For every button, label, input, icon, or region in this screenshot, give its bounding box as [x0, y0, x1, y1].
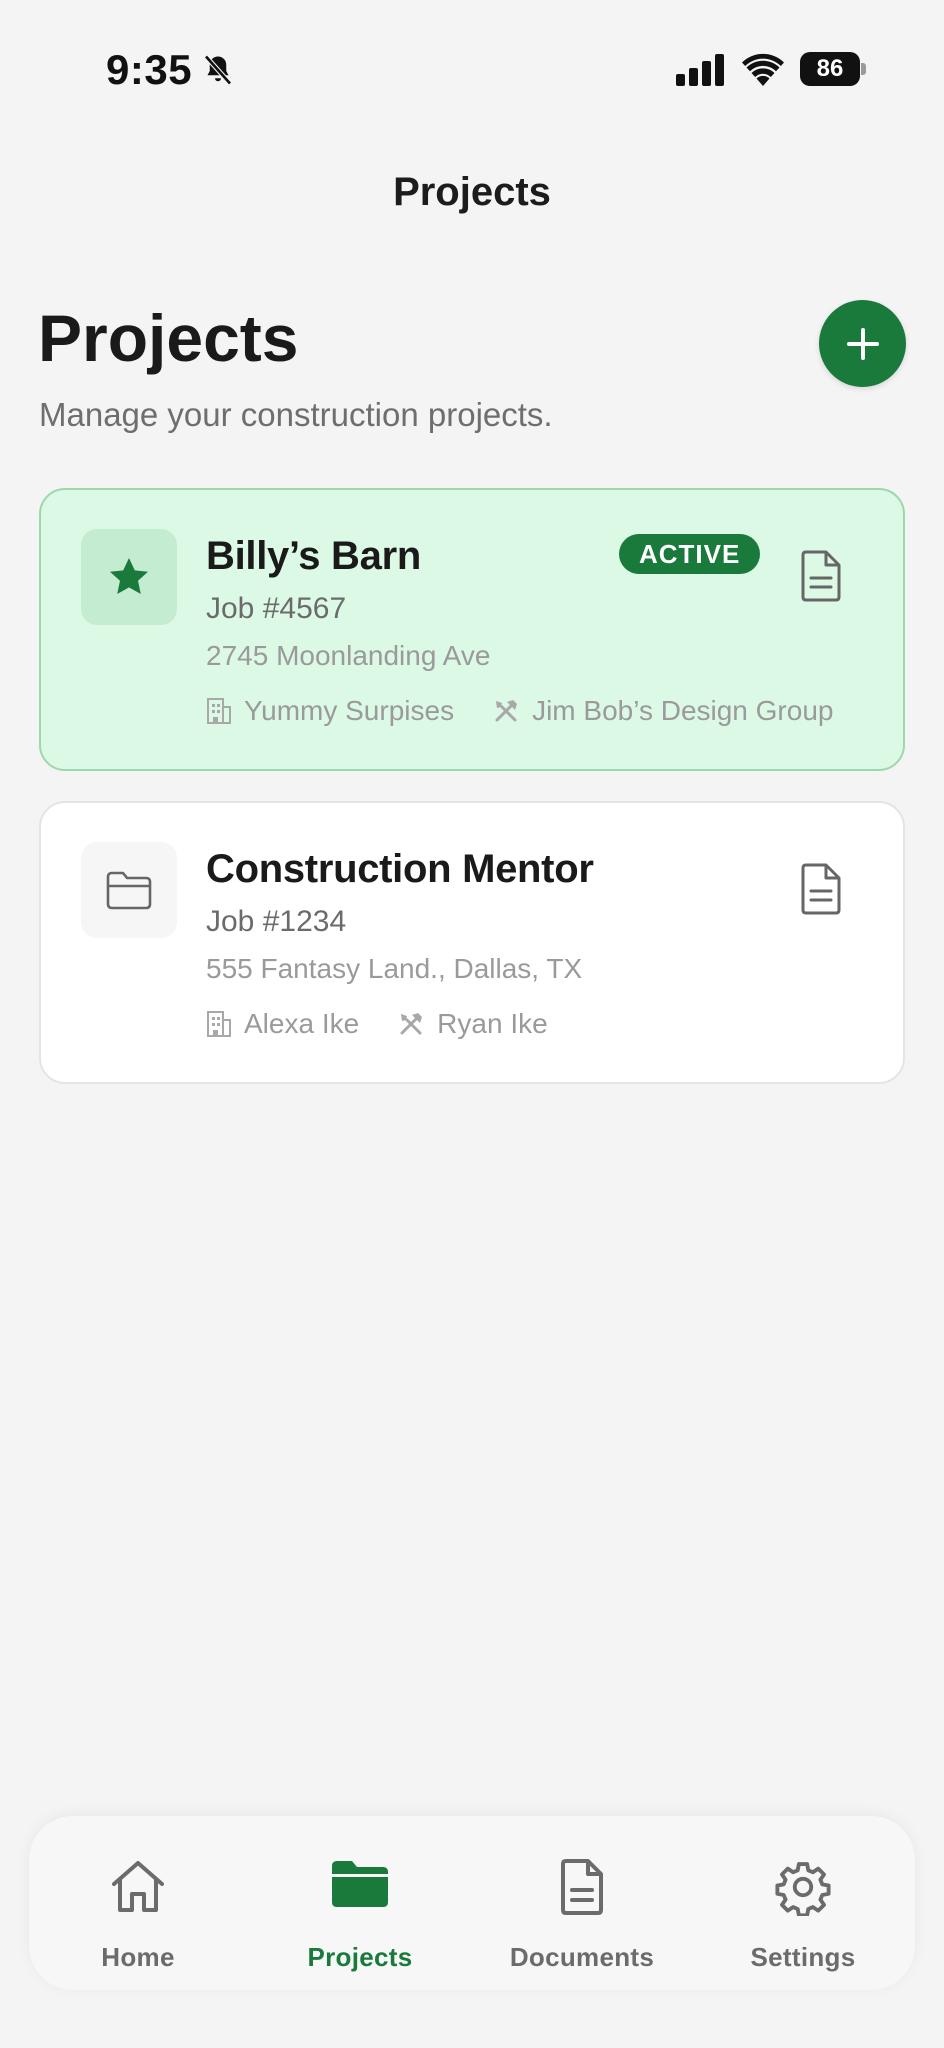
- contractor-info: Jim Bob’s Design Group: [492, 695, 833, 727]
- cellular-signal-icon: [676, 54, 724, 86]
- status-badge: ACTIVE: [619, 534, 761, 574]
- project-job-number: Job #1234: [206, 905, 347, 938]
- tab-label: Home: [101, 1942, 175, 1972]
- folder-icon: [106, 871, 152, 910]
- tab-settings[interactable]: Settings: [703, 1816, 903, 1990]
- battery-level: 86: [816, 55, 844, 82]
- status-time: 9:35: [106, 46, 193, 93]
- contractor-name: Ryan Ike: [437, 1008, 548, 1039]
- project-icon-tile: [81, 842, 177, 938]
- project-name: Construction Mentor: [206, 847, 594, 891]
- document-icon[interactable]: [799, 863, 843, 915]
- project-card[interactable]: Billy’s Barn ACTIVE Job #4567 2745 Moonl…: [39, 488, 905, 771]
- client-name: Yummy Surpises: [244, 695, 455, 726]
- document-icon: [561, 1859, 603, 1915]
- tab-label: Documents: [509, 1942, 655, 1972]
- project-meta: Yummy Surpises Jim Bob’s Design Group: [206, 695, 871, 727]
- building-icon: [207, 698, 231, 724]
- silent-bell-icon: [204, 54, 232, 86]
- client-info: Yummy Surpises: [206, 695, 454, 727]
- nav-title: Projects: [393, 170, 551, 214]
- client-info: Alexa Ike: [206, 1008, 359, 1040]
- tab-label: Settings: [750, 1942, 856, 1972]
- page-title: Projects: [38, 301, 299, 375]
- home-icon: [112, 1861, 164, 1912]
- tab-documents[interactable]: Documents: [482, 1816, 682, 1990]
- project-meta: Alexa Ike Ryan Ike: [206, 1008, 586, 1040]
- project-icon-tile: [81, 529, 177, 625]
- page-subtitle: Manage your construction projects.: [39, 396, 553, 433]
- star-icon: [110, 558, 148, 594]
- battery-indicator: 86: [800, 52, 866, 86]
- projects-screen: 9:35 86 Projects Projects Manage your co…: [0, 0, 944, 2048]
- gear-icon: [775, 1862, 831, 1916]
- folder-icon: [332, 1861, 388, 1907]
- tools-icon: [400, 1013, 423, 1035]
- project-address: 555 Fantasy Land., Dallas, TX: [206, 953, 583, 984]
- add-project-button[interactable]: [819, 300, 906, 387]
- project-name: Billy’s Barn: [206, 534, 421, 578]
- tab-home[interactable]: Home: [38, 1816, 238, 1990]
- building-icon: [207, 1011, 231, 1037]
- contractor-name: Jim Bob’s Design Group: [532, 695, 834, 726]
- project-address: 2745 Moonlanding Ave: [206, 640, 491, 671]
- project-job-number: Job #4567: [206, 592, 347, 625]
- status-bar: 9:35 86: [0, 0, 944, 140]
- document-icon[interactable]: [799, 550, 843, 602]
- project-card[interactable]: Construction Mentor Job #1234 555 Fantas…: [39, 801, 905, 1084]
- contractor-info: Ryan Ike: [397, 1008, 548, 1040]
- tab-label: Projects: [307, 1942, 413, 1972]
- tools-icon: [495, 700, 518, 722]
- plus-icon: [846, 327, 879, 360]
- client-name: Alexa Ike: [244, 1008, 360, 1039]
- tab-projects[interactable]: Projects: [260, 1816, 460, 1990]
- wifi-icon: [742, 53, 784, 86]
- tab-bar: Home Projects Documents Settings: [29, 1816, 915, 1990]
